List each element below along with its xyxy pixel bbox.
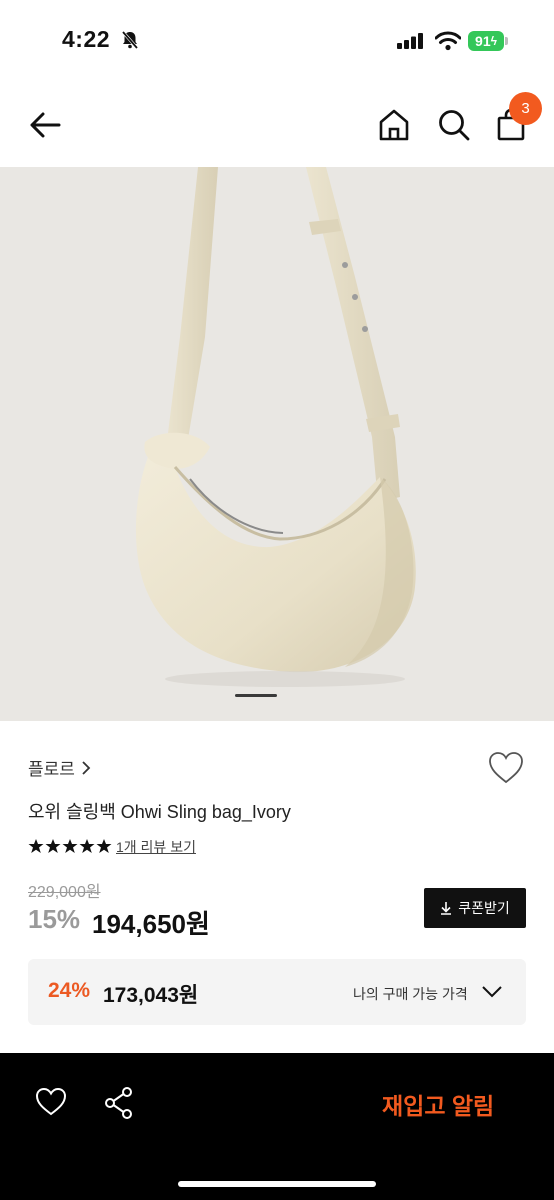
heart-icon[interactable] [34, 1086, 68, 1118]
my-price-value: 173,043원 [103, 984, 199, 1007]
chevron-down-icon[interactable] [481, 984, 503, 1000]
battery-level: 91 [475, 33, 491, 49]
battery-tip [505, 37, 508, 45]
image-pager-indicator [235, 694, 277, 697]
star-icon [28, 839, 44, 853]
restock-alert-button[interactable]: 재입고 알림 [382, 1087, 494, 1121]
coupon-button-label: 쿠폰받기 [458, 900, 510, 916]
star-icon [45, 839, 61, 853]
charging-bolt-icon: ϟ [490, 34, 497, 48]
download-icon [441, 902, 452, 915]
coupon-button[interactable]: 쿠폰받기 [424, 888, 526, 928]
rating-stars [28, 838, 112, 854]
cellular-signal-icon [397, 33, 423, 49]
home-icon[interactable] [378, 108, 410, 142]
chevron-right-icon [82, 760, 91, 775]
brand-link[interactable]: 플로르 [28, 755, 91, 780]
home-indicator [178, 1181, 376, 1187]
star-icon [96, 839, 112, 853]
star-icon [62, 839, 78, 853]
star-icon [79, 839, 95, 853]
search-icon[interactable] [437, 108, 471, 142]
sling-bag-illustration [135, 167, 416, 687]
wifi-icon [435, 31, 461, 51]
heart-icon[interactable] [487, 750, 525, 786]
battery-indicator: 91 ϟ [468, 31, 504, 51]
bell-off-icon [121, 31, 139, 49]
review-link[interactable]: 1개 리뷰 보기 [116, 837, 196, 857]
sale-price: 194,650원 [92, 909, 210, 939]
my-price-discount: 24% [48, 979, 91, 1002]
back-arrow-icon[interactable] [28, 110, 62, 140]
discount-rate: 15% [28, 904, 81, 934]
cart-count-badge: 3 [509, 92, 542, 125]
bottom-action-bar [0, 1053, 554, 1200]
product-title: 오위 슬링백 Ohwi Sling bag_Ivory [28, 802, 291, 822]
product-image[interactable] [0, 167, 554, 721]
status-time: 4:22 [62, 26, 111, 52]
original-price: 229,000원 [28, 884, 101, 901]
my-price-label[interactable]: 나의 구매 가능 가격 [353, 984, 468, 1004]
share-icon[interactable] [103, 1086, 135, 1120]
brand-name: 플로르 [28, 760, 75, 779]
